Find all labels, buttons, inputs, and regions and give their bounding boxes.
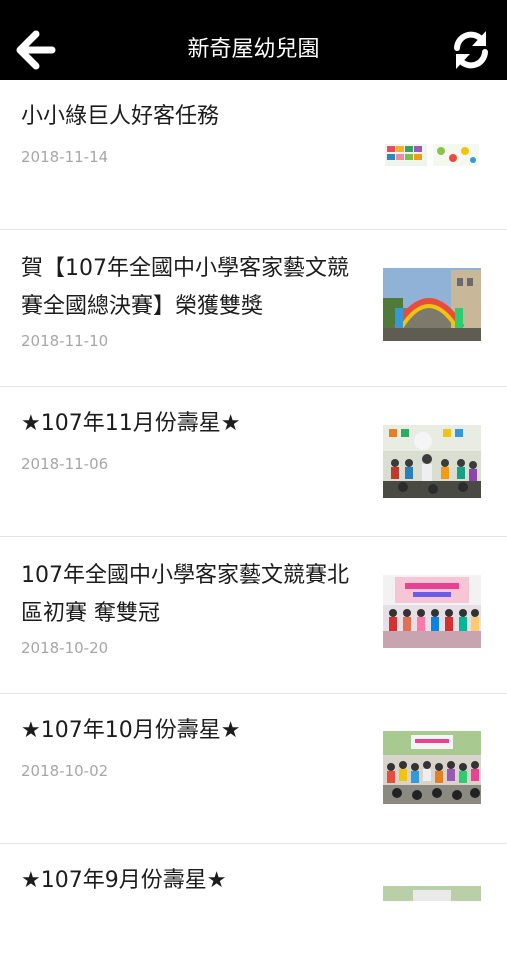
news-thumbnail	[383, 731, 481, 804]
news-item-title: ★107年11月份壽星★	[21, 411, 241, 436]
news-item-date: 2018-10-02	[21, 762, 109, 780]
news-item[interactable]: 小小綠巨人好客任務 2018-11-14	[0, 80, 507, 229]
news-thumbnail	[383, 886, 481, 901]
refresh-button[interactable]	[448, 28, 494, 72]
news-item[interactable]: ★107年9月份壽星★	[0, 843, 507, 980]
page-title: 新奇屋幼兒園	[187, 37, 320, 62]
news-thumbnail	[383, 575, 481, 648]
news-item-title: 小小綠巨人好客任務	[21, 104, 220, 129]
refresh-icon	[454, 31, 488, 69]
news-thumbnail	[383, 425, 481, 498]
news-item-title: 賀【107年全國中小學客家藝文競賽全國總決賽】榮獲雙獎	[21, 256, 349, 319]
news-item-date: 2018-10-20	[21, 639, 109, 657]
news-item-date: 2018-11-14	[21, 148, 109, 166]
news-item[interactable]: ★107年11月份壽星★ 2018-11-06	[0, 386, 507, 536]
news-item-date: 2018-11-10	[21, 332, 109, 350]
news-item-title: ★107年9月份壽星★	[21, 868, 227, 893]
news-item[interactable]: 賀【107年全國中小學客家藝文競賽全國總決賽】榮獲雙獎 2018-11-10	[0, 229, 507, 386]
news-thumbnail	[383, 268, 481, 341]
news-item[interactable]: 107年全國中小學客家藝文競賽北區初賽 奪雙冠 2018-10-20	[0, 536, 507, 693]
news-item-date: 2018-11-06	[21, 455, 109, 473]
news-item-title: ★107年10月份壽星★	[21, 718, 241, 743]
news-item[interactable]: ★107年10月份壽星★ 2018-10-02	[0, 693, 507, 843]
news-thumbnail	[383, 138, 481, 170]
top-app-bar: 新奇屋幼兒園	[0, 0, 507, 80]
news-item-title: 107年全國中小學客家藝文競賽北區初賽 奪雙冠	[21, 563, 349, 626]
